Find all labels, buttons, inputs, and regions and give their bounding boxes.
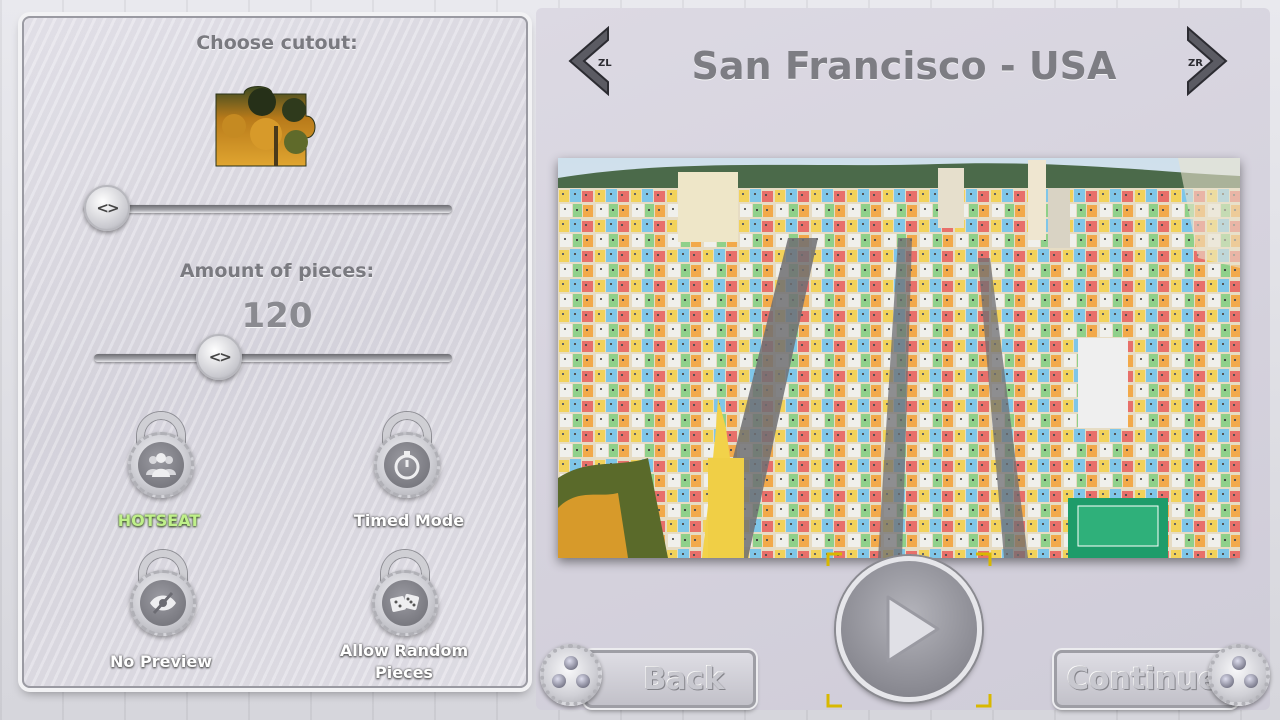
settings-panel: Choose cutout: <> Amount of pieces: 120 … [22, 16, 528, 688]
back-button[interactable]: Back [584, 650, 756, 708]
next-puzzle-button[interactable]: ZR [1184, 26, 1234, 96]
timed-mode-label: Timed Mode [353, 511, 465, 530]
pieces-slider-track[interactable] [94, 354, 452, 362]
play-icon [886, 595, 940, 663]
hotseat-toggle[interactable] [128, 412, 194, 498]
zr-label: ZR [1188, 58, 1203, 69]
previous-puzzle-button[interactable]: ZL [562, 26, 612, 96]
hotseat-label: HOTSEAT [117, 511, 201, 530]
pieces-title: Amount of pieces: [179, 260, 375, 282]
no-preview-toggle[interactable] [130, 550, 196, 636]
puzzle-image [558, 158, 1240, 558]
no-preview-label: No Preview [110, 652, 212, 671]
cutout-slider-handle[interactable]: <> [84, 185, 130, 231]
dice-icon [390, 593, 420, 612]
continue-label: Continue [1067, 661, 1219, 697]
random-pieces-toggle[interactable] [372, 550, 438, 636]
cutout-title: Choose cutout: [196, 32, 358, 54]
puzzle-preview-panel: ZL San Francisco - USA ZR Back Continue [536, 8, 1270, 710]
group-icon [146, 453, 176, 477]
random-pieces-label: Allow Random Pieces [339, 641, 469, 682]
timed-mode-toggle[interactable] [374, 412, 440, 498]
play-button[interactable] [836, 556, 982, 702]
continue-gear-icon [1208, 644, 1270, 706]
back-label: Back [643, 661, 725, 697]
puzzle-title: San Francisco - USA [691, 44, 1117, 88]
stopwatch-icon [394, 451, 420, 480]
cutout-preview-thumbnail[interactable] [214, 86, 330, 168]
cutout-slider-track[interactable] [84, 205, 452, 213]
pieces-count: 120 [241, 296, 313, 336]
zl-label: ZL [598, 58, 612, 69]
pieces-slider-handle[interactable]: <> [196, 334, 243, 380]
eye-off-icon [150, 591, 176, 615]
back-gear-icon [540, 644, 602, 706]
